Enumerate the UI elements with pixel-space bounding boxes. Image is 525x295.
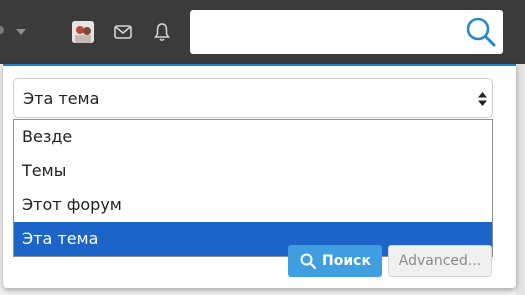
nav-item-partial[interactable] xyxy=(0,26,4,34)
option-threads[interactable]: Темы xyxy=(14,154,492,188)
search-scope-select[interactable]: Эта тема xyxy=(13,78,493,118)
chevron-down-icon[interactable] xyxy=(16,29,26,35)
search-box[interactable] xyxy=(190,10,503,54)
select-options-list: Везде Темы Этот форум Эта тема xyxy=(13,119,493,257)
select-current-value: Эта тема xyxy=(23,89,100,108)
page: Эта тема Везде Темы Этот форум Эта тема … xyxy=(0,0,525,295)
user-avatar[interactable] xyxy=(72,21,94,43)
search-input[interactable] xyxy=(198,16,452,48)
advanced-button-label: Advanced... xyxy=(398,253,482,269)
search-dropdown-panel: Эта тема Везде Темы Этот форум Эта тема … xyxy=(3,64,516,288)
background-strip xyxy=(516,64,525,295)
option-this-forum[interactable]: Этот форум xyxy=(14,188,492,222)
select-arrows-icon xyxy=(478,92,487,106)
envelope-icon[interactable] xyxy=(112,21,134,43)
advanced-search-button[interactable]: Advanced... xyxy=(388,245,492,277)
bell-icon[interactable] xyxy=(151,21,173,43)
option-everywhere[interactable]: Везде xyxy=(14,120,492,154)
top-navbar xyxy=(0,0,525,64)
search-button-label: Поиск xyxy=(322,253,371,269)
search-icon xyxy=(300,253,316,269)
search-icon[interactable] xyxy=(465,16,497,48)
search-button[interactable]: Поиск xyxy=(288,245,382,277)
